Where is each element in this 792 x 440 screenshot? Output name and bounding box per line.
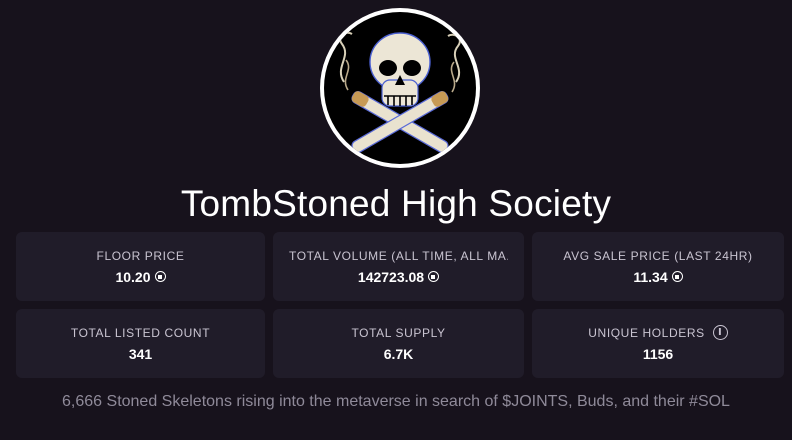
stat-label: UNIQUE HOLDERS (588, 325, 705, 340)
stat-value-row: 11.34 (633, 268, 683, 286)
collection-page: TombStoned High Society FLOOR PRICE 10.2… (0, 0, 792, 440)
skull-crossed-joints-icon (324, 12, 476, 164)
sol-icon (428, 271, 440, 282)
stat-label: TOTAL SUPPLY (351, 325, 446, 340)
stat-floor-price: FLOOR PRICE 10.20 (16, 232, 265, 301)
collection-description: 6,666 Stoned Skeletons rising into the m… (62, 393, 730, 410)
stat-value-row: 142723.08 (357, 268, 440, 286)
stat-unique-holders: UNIQUE HOLDERS i 1156 (532, 309, 784, 378)
stat-total-supply: TOTAL SUPPLY 6.7K (273, 309, 524, 378)
stat-label: FLOOR PRICE (96, 248, 185, 263)
collection-title: TombStoned High Society (180, 183, 612, 224)
info-icon[interactable]: i (712, 325, 728, 340)
collection-avatar (320, 8, 480, 168)
stat-label: TOTAL LISTED COUNT (70, 325, 211, 340)
stat-value: 10.20 (115, 268, 151, 285)
sol-icon (154, 271, 166, 282)
stat-value: 11.34 (633, 268, 668, 285)
stat-value-row: 341 (129, 345, 152, 363)
stat-avg-sale-price: AVG SALE PRICE (LAST 24HR) 11.34 (532, 232, 784, 301)
stat-value-row: 1156 (643, 345, 673, 363)
stat-label: TOTAL VOLUME (ALL TIME, ALL MA... (289, 248, 508, 263)
stat-total-volume: TOTAL VOLUME (ALL TIME, ALL MA... 142723… (273, 232, 524, 301)
stat-value: 341 (128, 345, 153, 362)
sol-icon (671, 271, 683, 282)
stat-label-row: UNIQUE HOLDERS i (588, 325, 728, 341)
stat-value: 142723.08 (357, 268, 425, 285)
stat-value-row: 6.7K (384, 345, 414, 363)
stat-total-listed-count: TOTAL LISTED COUNT 341 (16, 309, 265, 378)
stat-label: AVG SALE PRICE (LAST 24HR) (563, 248, 753, 263)
stats-grid: FLOOR PRICE 10.20 TOTAL VOLUME (ALL TIME… (16, 232, 784, 378)
stat-value: 6.7K (383, 345, 414, 362)
stat-value-row: 10.20 (115, 268, 166, 286)
stat-value: 1156 (642, 345, 674, 362)
